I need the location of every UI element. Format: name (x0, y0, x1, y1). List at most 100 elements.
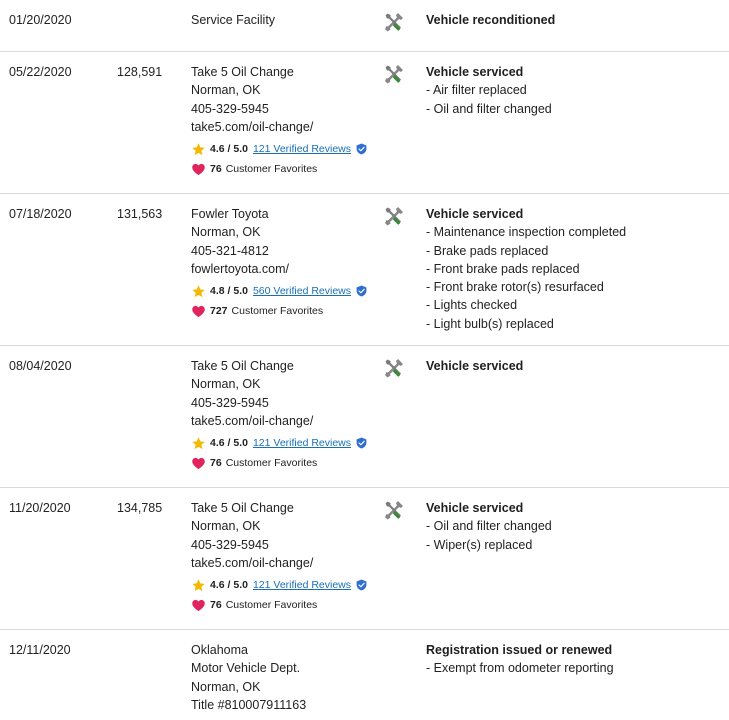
record-date: 11/20/2020 (9, 501, 71, 515)
record-source: Take 5 Oil Change Norman, OK 405-329-594… (191, 499, 367, 614)
record-source: Take 5 Oil Change Norman, OK 405-329-594… (191, 357, 367, 472)
rating-row: 4.6 / 5.0 121 Verified Reviews (191, 576, 367, 594)
favorites-row: 76 Customer Favorites (191, 454, 367, 472)
favorites-row: 76 Customer Favorites (191, 160, 367, 178)
history-record: 01/20/2020 Service Facility Vehicle reco… (0, 0, 729, 52)
details-item: - Lights checked (426, 298, 518, 313)
source-name-2: Motor Vehicle Dept. (191, 661, 301, 676)
record-details: Vehicle serviced (426, 357, 523, 375)
record-details: Vehicle serviced - Air filter replaced -… (426, 63, 552, 118)
favorites-row: 76 Customer Favorites (191, 596, 367, 614)
favorites-label: Customer Favorites (225, 599, 318, 612)
source-phone: 405-329-5945 (191, 395, 269, 410)
record-details: Vehicle serviced - Oil and filter change… (426, 499, 552, 554)
record-mileage: 134,785 (117, 501, 163, 515)
tools-icon (382, 356, 406, 380)
record-source: Take 5 Oil Change Norman, OK 405-329-594… (191, 63, 367, 178)
verified-shield-icon (356, 579, 367, 591)
history-record: 12/11/2020 Oklahoma Motor Vehicle Dept. … (0, 630, 729, 720)
record-details: Vehicle serviced - Maintenance inspectio… (426, 205, 626, 333)
verified-reviews-link[interactable]: 121 Verified Reviews (253, 576, 351, 594)
record-mileage: 131,563 (117, 207, 163, 221)
verified-shield-icon (356, 285, 367, 297)
record-date: 07/18/2020 (9, 207, 72, 221)
rating-row: 4.6 / 5.0 121 Verified Reviews (191, 434, 367, 452)
verified-shield-icon (356, 143, 367, 155)
details-item: - Maintenance inspection completed (426, 225, 627, 240)
details-title: Registration issued or renewed (426, 643, 613, 657)
verified-reviews-link[interactable]: 121 Verified Reviews (253, 434, 351, 452)
vehicle-history-list: 01/20/2020 Service Facility Vehicle reco… (0, 0, 729, 720)
source-phone: 405-329-5945 (191, 101, 269, 116)
record-mileage: 128,591 (117, 65, 163, 79)
favorites-count: 76 (210, 457, 222, 470)
record-date: 08/04/2020 (9, 359, 72, 373)
rating-score: 4.6 / 5.0 (210, 143, 248, 156)
tools-icon (382, 62, 406, 86)
details-title: Vehicle serviced (426, 501, 524, 515)
star-icon (191, 578, 206, 593)
source-website: take5.com/oil-change/ (191, 555, 314, 570)
source-website: fowlertoyota.com/ (191, 261, 289, 276)
history-record: 07/18/2020 131,563 Fowler Toyota Norman,… (0, 194, 729, 346)
history-record: 08/04/2020 Take 5 Oil Change Norman, OK … (0, 346, 729, 488)
rating-row: 4.8 / 5.0 560 Verified Reviews (191, 282, 367, 300)
favorites-row: 727 Customer Favorites (191, 302, 367, 320)
heart-icon (191, 304, 206, 319)
details-item: - Front brake pads replaced (426, 261, 580, 276)
tools-icon (382, 10, 406, 34)
source-name: Take 5 Oil Change (191, 65, 294, 79)
record-details: Vehicle reconditioned (426, 11, 555, 29)
source-website: take5.com/oil-change/ (191, 119, 314, 134)
favorites-count: 727 (210, 305, 228, 318)
star-icon (191, 436, 206, 451)
star-icon (191, 142, 206, 157)
verified-shield-icon (356, 437, 367, 449)
source-name: Take 5 Oil Change (191, 359, 294, 373)
source-location: Norman, OK (191, 377, 261, 392)
title-number: Title #810007911163 (191, 697, 307, 712)
record-date: 01/20/2020 (9, 13, 72, 27)
details-item: - Oil and filter changed (426, 101, 552, 116)
favorites-label: Customer Favorites (225, 163, 318, 176)
source-location: Norman, OK (191, 679, 261, 694)
details-title: Vehicle serviced (426, 207, 524, 221)
rating-score: 4.6 / 5.0 (210, 437, 248, 450)
source-name: Fowler Toyota (191, 207, 269, 221)
details-title: Vehicle serviced (426, 65, 524, 79)
details-item: - Oil and filter changed (426, 519, 552, 534)
source-website: take5.com/oil-change/ (191, 413, 314, 428)
source-location: Norman, OK (191, 225, 261, 240)
favorites-count: 76 (210, 599, 222, 612)
heart-icon (191, 598, 206, 613)
favorites-label: Customer Favorites (231, 305, 324, 318)
tools-icon (382, 204, 406, 228)
details-item: - Air filter replaced (426, 83, 527, 98)
source-name: Take 5 Oil Change (191, 501, 294, 515)
record-source: Oklahoma Motor Vehicle Dept. Norman, OK … (191, 641, 306, 714)
details-item: - Light bulb(s) replaced (426, 316, 554, 331)
source-phone: 405-329-5945 (191, 537, 269, 552)
source-location: Norman, OK (191, 519, 261, 534)
favorites-label: Customer Favorites (225, 457, 318, 470)
favorites-count: 76 (210, 163, 222, 176)
details-item: - Brake pads replaced (426, 243, 549, 258)
source-location: Norman, OK (191, 83, 261, 98)
rating-score: 4.6 / 5.0 (210, 579, 248, 592)
source-name: Service Facility (191, 13, 276, 27)
verified-reviews-link[interactable]: 121 Verified Reviews (253, 140, 351, 158)
details-title: Vehicle reconditioned (426, 13, 556, 27)
record-source: Service Facility (191, 11, 275, 29)
history-record: 11/20/2020 134,785 Take 5 Oil Change Nor… (0, 488, 729, 630)
rating-row: 4.6 / 5.0 121 Verified Reviews (191, 140, 367, 158)
details-item: - Front brake rotor(s) resurfaced (426, 280, 604, 295)
star-icon (191, 284, 206, 299)
source-name: Oklahoma (191, 643, 248, 657)
details-title: Vehicle serviced (426, 359, 524, 373)
record-date: 12/11/2020 (9, 643, 71, 657)
details-item: - Wiper(s) replaced (426, 537, 533, 552)
history-record: 05/22/2020 128,591 Take 5 Oil Change Nor… (0, 52, 729, 194)
record-details: Registration issued or renewed - Exempt … (426, 641, 614, 678)
source-phone: 405-321-4812 (191, 243, 269, 258)
verified-reviews-link[interactable]: 560 Verified Reviews (253, 282, 351, 300)
